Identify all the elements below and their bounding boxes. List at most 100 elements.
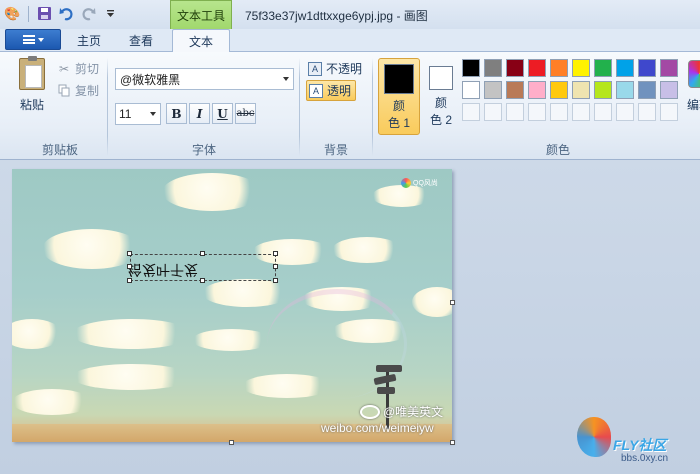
text-box-content[interactable]: 给发叶千发 [128, 260, 198, 280]
opaque-button[interactable]: A 不透明 [306, 58, 366, 79]
weibo-url: weibo.com/weimeiyw [321, 421, 434, 435]
cloud [12, 389, 92, 415]
palette-color-swatch[interactable] [594, 59, 612, 77]
transparent-icon: A [309, 83, 323, 98]
palette-color-swatch[interactable] [550, 81, 568, 99]
underline-button[interactable]: U [212, 103, 233, 124]
palette-empty-swatch[interactable] [616, 103, 634, 121]
text-box-handle[interactable] [127, 264, 132, 269]
palette-color-swatch[interactable] [506, 59, 524, 77]
font-family-select[interactable]: @微软雅黑 [115, 68, 294, 90]
text-tools-context-tab: 文本工具 [170, 0, 232, 29]
text-box-handle[interactable] [200, 278, 205, 283]
palette-color-swatch[interactable] [572, 81, 590, 99]
image-canvas[interactable]: QQ风尚 @唯美英文 weibo.com/weimeiyw [12, 169, 452, 442]
tab-view[interactable]: 查看 [120, 29, 162, 51]
opaque-icon: A [308, 61, 322, 76]
copy-button[interactable]: 复制 [57, 82, 99, 99]
paste-label: 粘贴 [19, 98, 44, 112]
canvas-resize-handle-right[interactable] [450, 300, 455, 305]
weibo-watermark: @唯美英文 [360, 403, 443, 420]
palette-color-swatch[interactable] [616, 81, 634, 99]
cloud [412, 287, 452, 317]
color2-swatch [429, 66, 453, 90]
window-title: 75f33e37jw1dttxxge6ypj.jpg - 画图 [245, 9, 428, 23]
palette-color-swatch[interactable] [506, 81, 524, 99]
palette-color-swatch[interactable] [484, 81, 502, 99]
palette-empty-swatch[interactable] [528, 103, 546, 121]
copy-label: 复制 [75, 84, 100, 98]
palette-color-swatch[interactable] [484, 59, 502, 77]
scissors-icon: ✂ [58, 61, 70, 76]
cloud [72, 364, 192, 390]
chevron-down-icon [150, 112, 156, 116]
text-box-handle[interactable] [273, 264, 278, 269]
palette-color-swatch[interactable] [528, 59, 546, 77]
ribbon: 粘贴 ✂ 剪切 复制 剪贴板 @微软雅黑 11 B I U abc 字体 A 不… [0, 52, 700, 160]
palette-color-swatch[interactable] [660, 81, 678, 99]
chevron-down-icon [37, 37, 44, 42]
text-box-handle[interactable] [127, 251, 132, 256]
font-family-value: @微软雅黑 [120, 72, 181, 87]
paint-app-icon[interactable]: 🎨 [4, 5, 21, 22]
palette-empty-swatch[interactable] [506, 103, 524, 121]
italic-button[interactable]: I [189, 103, 210, 124]
palette-color-swatch[interactable] [462, 59, 480, 77]
signpost-board [376, 365, 402, 372]
fly-swirl-icon [577, 417, 611, 457]
palette-color-swatch[interactable] [616, 59, 634, 77]
fly-community-logo: FLY社区 bbs.0xy.cn [577, 417, 697, 469]
palette-empty-swatch[interactable] [594, 103, 612, 121]
canvas-resize-handle-corner[interactable] [450, 440, 455, 445]
text-box-handle[interactable] [200, 251, 205, 256]
font-size-select[interactable]: 11 [115, 103, 161, 125]
palette-color-swatch[interactable] [594, 81, 612, 99]
color1-button[interactable]: 颜 色 1 [378, 58, 420, 135]
palette-color-swatch[interactable] [660, 59, 678, 77]
palette-empty-swatch[interactable] [638, 103, 656, 121]
clipboard-group-label: 剪贴板 [41, 143, 78, 157]
signpost-board [377, 387, 395, 394]
ribbon-tab-row: 主页 查看 文本 [0, 29, 700, 53]
text-box-handle[interactable] [127, 278, 132, 283]
palette-empty-swatch[interactable] [660, 103, 678, 121]
strikethrough-button[interactable]: abc [235, 103, 256, 124]
edit-colors-label: 编辑 [686, 98, 700, 112]
cut-label: 剪切 [75, 62, 100, 76]
tab-home[interactable]: 主页 [68, 29, 110, 51]
bold-button[interactable]: B [166, 103, 187, 124]
text-box-handle[interactable] [273, 278, 278, 283]
paint-menu-button[interactable] [5, 29, 61, 50]
edit-colors-button[interactable]: 编辑 [684, 60, 700, 120]
palette-color-swatch[interactable] [462, 81, 480, 99]
qat-separator [28, 5, 29, 22]
palette-empty-swatch[interactable] [572, 103, 590, 121]
palette-empty-swatch[interactable] [484, 103, 502, 121]
palette-color-swatch[interactable] [638, 81, 656, 99]
transparent-button[interactable]: A 透明 [306, 80, 357, 101]
quick-access-toolbar: 🎨 [4, 5, 119, 22]
tab-text[interactable]: 文本 [172, 29, 230, 53]
undo-icon[interactable] [58, 5, 75, 22]
palette-color-swatch[interactable] [528, 81, 546, 99]
cloud [72, 319, 192, 349]
palette-empty-swatch[interactable] [462, 103, 480, 121]
group-separator [372, 58, 373, 156]
palette-color-swatch[interactable] [550, 59, 568, 77]
canvas-resize-handle-bottom[interactable] [229, 440, 234, 445]
redo-icon[interactable] [80, 5, 97, 22]
save-icon[interactable] [36, 5, 53, 22]
color2-label-line1: 颜 [434, 96, 447, 110]
group-separator [107, 58, 108, 156]
text-box-handle[interactable] [273, 251, 278, 256]
palette-color-swatch[interactable] [572, 59, 590, 77]
color2-button[interactable]: 颜 色 2 [424, 58, 458, 135]
cut-button[interactable]: ✂ 剪切 [57, 60, 99, 77]
group-separator [299, 58, 300, 156]
customize-qat-icon[interactable] [102, 5, 119, 22]
paste-button[interactable]: 粘贴 [12, 56, 52, 114]
palette-color-swatch[interactable] [638, 59, 656, 77]
opaque-label: 不透明 [326, 62, 363, 76]
palette-empty-swatch[interactable] [550, 103, 568, 121]
clipboard-icon [19, 56, 45, 90]
